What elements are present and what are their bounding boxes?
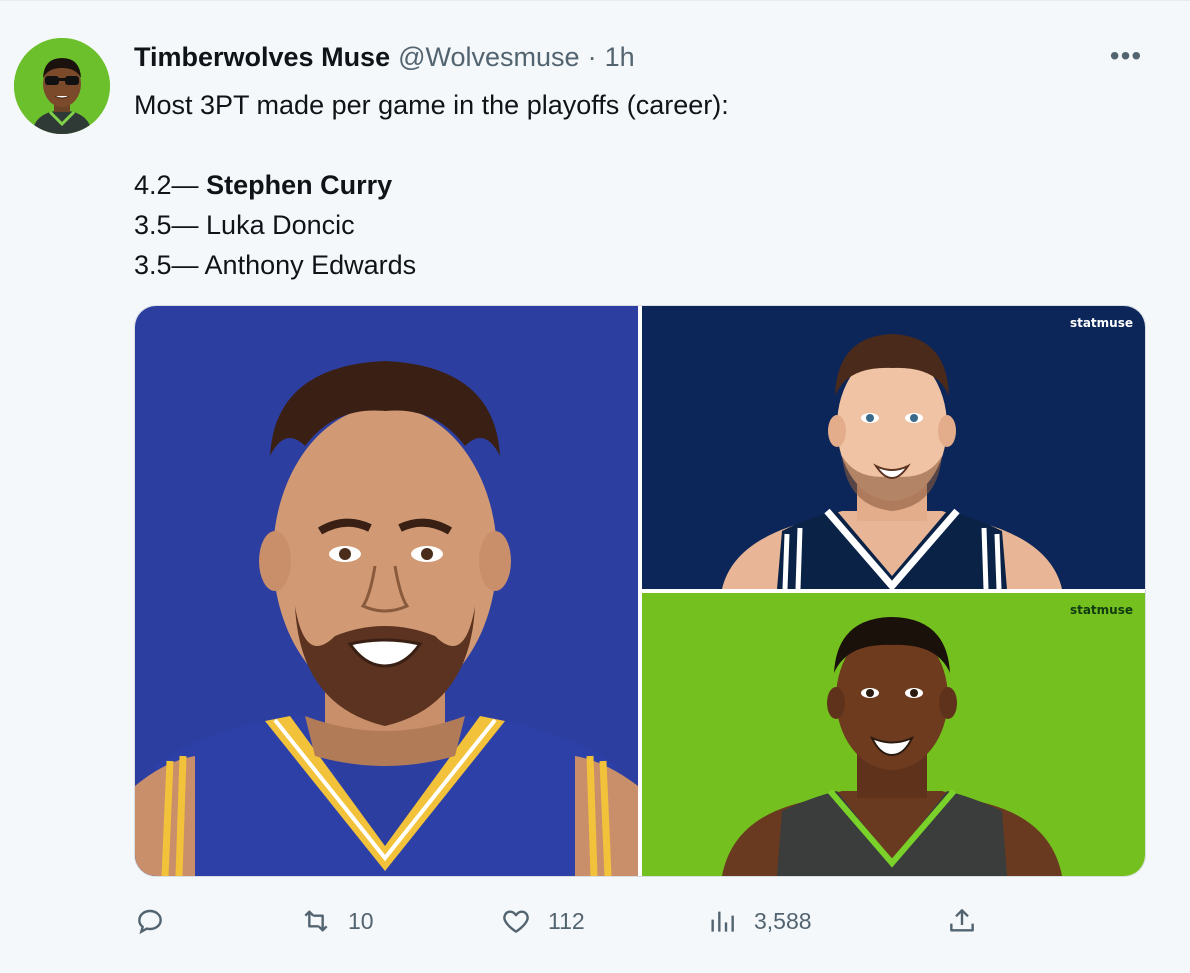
statmuse-watermark: statmuse xyxy=(1069,316,1133,330)
player-illustration-edwards xyxy=(722,617,1062,876)
tweet-actions-bar: 10 112 3,588 xyxy=(134,901,994,941)
rank-1-name: Stephen Curry xyxy=(206,170,393,200)
author-avatar[interactable] xyxy=(14,38,110,134)
tweet-card[interactable]: Timberwolves Muse @Wolvesmuse · 1h ••• M… xyxy=(0,0,1190,973)
reply-icon xyxy=(138,909,162,935)
media-image-doncic[interactable]: statmuse xyxy=(642,306,1145,589)
player-illustration-curry xyxy=(135,361,638,876)
tweet-text-intro: Most 3PT made per game in the playoffs (… xyxy=(134,90,729,120)
share-icon xyxy=(950,909,974,932)
media-image-curry[interactable] xyxy=(135,306,638,876)
tweet-timestamp[interactable]: 1h xyxy=(605,42,635,73)
retweet-button[interactable]: 10 xyxy=(300,901,374,941)
statmuse-watermark: statmuse xyxy=(1069,603,1133,617)
tweet-text-rank-2: 3.5— Luka Doncic xyxy=(134,210,355,240)
player-illustration-doncic xyxy=(722,334,1062,589)
views-count: 3,588 xyxy=(754,907,812,934)
avatar-illustration xyxy=(14,38,110,134)
author-name[interactable]: Timberwolves Muse xyxy=(134,42,390,73)
heart-icon xyxy=(503,910,529,933)
retweet-icon xyxy=(304,910,328,932)
like-count: 112 xyxy=(548,907,585,934)
tweet-text: Most 3PT made per game in the playoffs (… xyxy=(134,85,1034,285)
share-button[interactable] xyxy=(946,901,994,941)
like-button[interactable]: 112 xyxy=(500,901,585,941)
views-icon xyxy=(711,911,734,932)
tweet-text-rank-1: 4.2— Stephen Curry xyxy=(134,165,1034,205)
retweet-count: 10 xyxy=(348,907,374,934)
header-separator: · xyxy=(587,41,597,72)
tweet-text-spacer xyxy=(134,125,1034,165)
more-options-icon[interactable]: ••• xyxy=(1108,40,1144,71)
reply-button[interactable] xyxy=(134,901,182,941)
author-handle[interactable]: @Wolvesmuse xyxy=(398,42,579,73)
tweet-header: Timberwolves Muse @Wolvesmuse · 1h xyxy=(134,39,635,75)
tweet-text-rank-3: 3.5— Anthony Edwards xyxy=(134,250,417,280)
rank-1-value: 4.2— xyxy=(134,170,199,200)
media-image-edwards[interactable]: statmuse xyxy=(642,593,1145,876)
tweet-media-grid[interactable]: statmuse statmuse xyxy=(134,305,1146,877)
views-button[interactable]: 3,588 xyxy=(706,901,812,941)
